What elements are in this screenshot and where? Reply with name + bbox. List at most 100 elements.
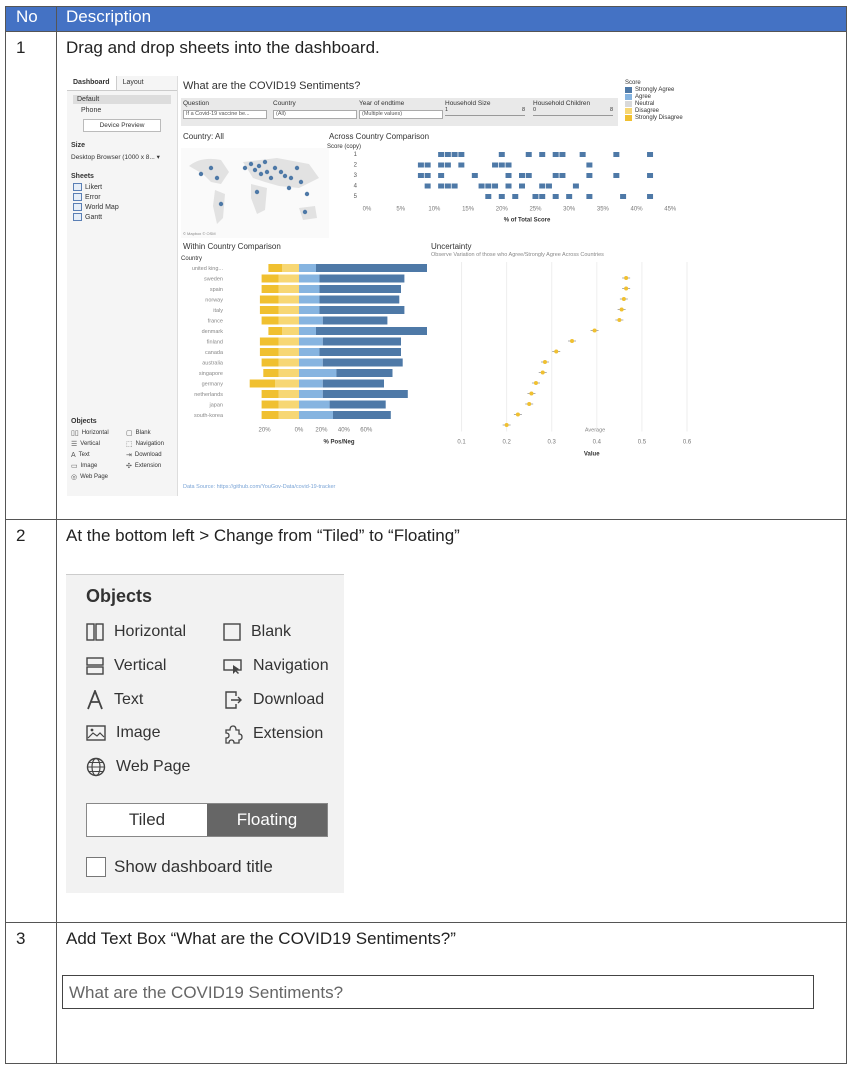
object-download-small[interactable]: ⇥ Download (126, 451, 181, 459)
sheet-label: World Map (85, 203, 119, 211)
x-tick-label: 35% (597, 207, 610, 213)
bar-disagree (282, 327, 299, 335)
estimate-point (540, 370, 545, 375)
within-title: Within Country Comparison (183, 242, 281, 251)
bar-disagree (278, 411, 299, 419)
device-preview-button[interactable]: Device Preview (83, 119, 161, 132)
within-country-chart: Country united king... sweden spain norway it… (181, 256, 427, 446)
x-tick-label: 20% (259, 428, 272, 434)
bar-strongly-agree (319, 285, 401, 293)
filter-select[interactable]: (All) (273, 110, 357, 119)
country-label: australia (202, 361, 224, 367)
filter-question[interactable]: Question If a Covid-19 vaccine be... (183, 100, 267, 119)
legend-label: Neutral (635, 101, 655, 107)
sheet-likert[interactable]: Likert (67, 182, 177, 192)
bar-disagree (278, 306, 299, 314)
map-point (272, 165, 278, 171)
download-icon (225, 691, 242, 709)
object-vertical-small[interactable]: ☰ Vertical (71, 440, 126, 448)
score-mark (458, 152, 465, 157)
x-tick-label: 0% (363, 207, 372, 213)
country-label: singapore (199, 371, 223, 377)
object-blank[interactable]: Blank (223, 623, 291, 641)
device-default[interactable]: Default (73, 95, 171, 104)
score-mark (505, 162, 512, 168)
score-mark (505, 173, 512, 178)
score-mark (417, 173, 424, 178)
score-mark (532, 194, 539, 199)
sheet-error[interactable]: Error (67, 192, 177, 202)
sheet-icon (73, 183, 82, 191)
slider-min: 0 (533, 107, 537, 113)
object-label: Download (134, 452, 162, 458)
country-label: south-korea (194, 413, 224, 419)
score-mark (438, 173, 445, 178)
sheet-label: Gantt (85, 213, 103, 221)
filter-household-size[interactable]: Household Size 1 8 (445, 100, 525, 116)
across-y-label: Score (copy) (327, 144, 361, 150)
score-mark (512, 194, 519, 199)
uncertainty-subtitle: Observe Variation of those who Agree/Str… (431, 252, 604, 258)
bar-agree (299, 306, 320, 314)
household-size-slider[interactable] (445, 115, 525, 116)
object-vertical[interactable]: Vertical (86, 657, 166, 675)
x-tick-label: 0.1 (457, 440, 466, 446)
size-dropdown[interactable]: Desktop Browser (1000 x 8... ▾ (71, 153, 173, 161)
bar-agree (299, 316, 323, 325)
score-mark (519, 183, 525, 189)
size-heading: Size (71, 142, 86, 149)
x-tick-label: 0.3 (548, 440, 557, 446)
show-dashboard-title-option[interactable]: Show dashboard title (86, 857, 273, 877)
tiled-button[interactable]: Tiled (87, 804, 207, 836)
download-icon: ⇥ (126, 452, 132, 459)
map-point (248, 161, 254, 167)
map-title: Country: All (183, 132, 224, 141)
object-image[interactable]: Image (86, 724, 160, 742)
world-map[interactable]: © Mapbox © OSM (181, 148, 329, 238)
object-image-small[interactable]: ▭ Image (71, 462, 126, 470)
object-text[interactable]: Text (86, 690, 143, 710)
object-blank-small[interactable]: ▢ Blank (126, 429, 181, 437)
filter-select[interactable]: (Multiple values) (359, 110, 443, 119)
sheet-icon (73, 193, 82, 201)
show-title-checkbox[interactable] (86, 857, 106, 877)
household-children-slider[interactable] (533, 115, 613, 116)
sidebar-tabs: Dashboard Layout (67, 76, 177, 91)
object-horizontal-small[interactable]: ▯▯ Horizontal (71, 429, 126, 437)
map-point (218, 201, 224, 207)
data-source[interactable]: Data Source: https://github.com/YouGov-D… (183, 484, 335, 490)
filter-label: Household Children (533, 100, 591, 107)
bar-disagree (278, 295, 299, 304)
object-extension[interactable]: Extension (223, 724, 323, 744)
filter-year[interactable]: Year of endtime (Multiple values) (359, 100, 443, 119)
object-navigation[interactable]: Navigation (223, 657, 329, 675)
object-text-small[interactable]: A Text (71, 451, 126, 459)
filter-household-children[interactable]: Household Children 0 8 (533, 100, 613, 116)
bar-agree (299, 379, 323, 388)
row-description: At the bottom left > Change from “Tiled”… (56, 519, 847, 923)
object-web-page[interactable]: Web Page (86, 757, 190, 777)
text-icon (87, 690, 103, 710)
tab-dashboard[interactable]: Dashboard (67, 76, 117, 90)
object-webpage-small[interactable]: ◎ Web Page (71, 473, 126, 481)
sheet-world-map[interactable]: World Map (67, 202, 177, 212)
score-mark (485, 194, 492, 199)
object-label: Horizontal (114, 623, 187, 640)
tab-layout[interactable]: Layout (117, 76, 150, 90)
object-download[interactable]: Download (223, 690, 324, 710)
object-extension-small[interactable]: ✣ Extension (126, 462, 181, 470)
floating-button[interactable]: Floating (207, 804, 327, 836)
device-phone[interactable]: Phone (67, 106, 177, 115)
filter-select[interactable]: If a Covid-19 vaccine be... (183, 110, 267, 119)
bar-strongly-agree (336, 369, 393, 377)
title-text-box[interactable]: What are the COVID19 Sentiments? (62, 975, 814, 1009)
object-horizontal[interactable]: Horizontal (86, 623, 186, 641)
filter-country[interactable]: Country (All) (273, 100, 357, 119)
map-point (262, 159, 268, 165)
legend-item: Agree (625, 94, 683, 100)
sheet-gantt[interactable]: Gantt (67, 212, 177, 222)
estimate-point (621, 297, 626, 301)
object-label: Text (114, 691, 144, 708)
horizontal-icon: ▯▯ (71, 430, 79, 437)
object-navigation-small[interactable]: ⬚ Navigation (126, 440, 181, 448)
